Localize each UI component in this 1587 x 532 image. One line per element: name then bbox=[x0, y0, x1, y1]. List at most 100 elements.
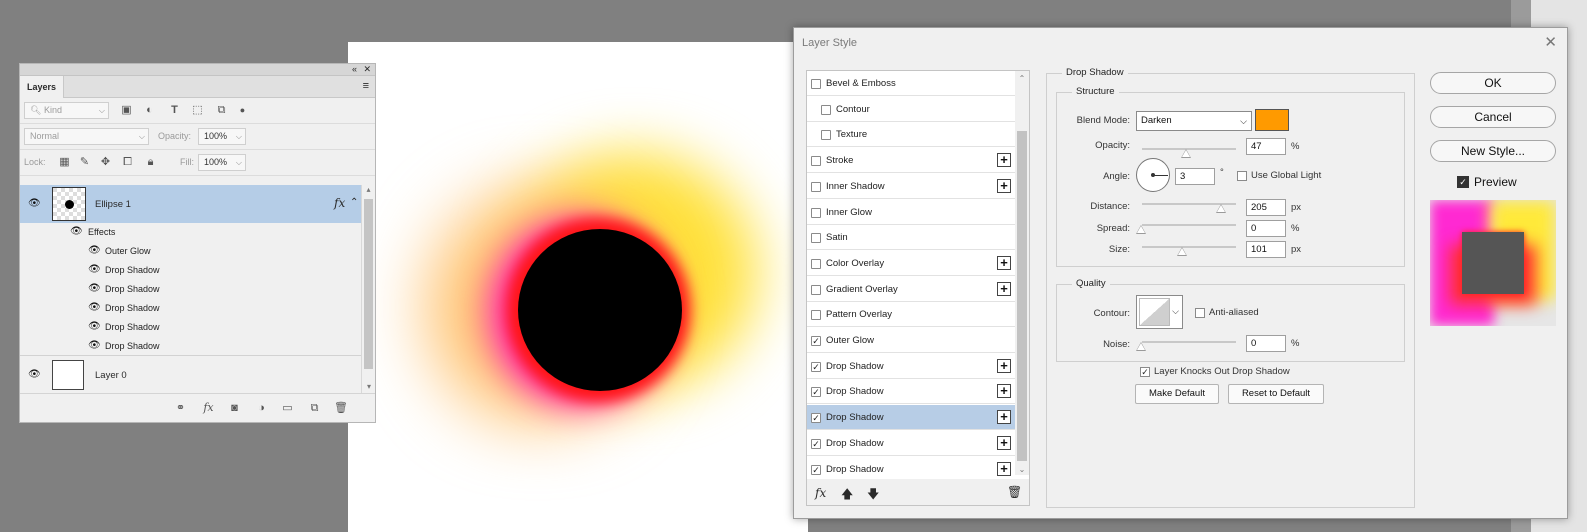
new-group-icon[interactable]: ▭ bbox=[281, 402, 294, 415]
style-checkbox[interactable] bbox=[811, 156, 821, 167]
add-effect-plus-icon[interactable]: + bbox=[997, 153, 1011, 168]
layer-row-ellipse[interactable]: 👁︎ Ellipse 1 fx ⌃ bbox=[20, 185, 361, 223]
global-light-checkbox[interactable] bbox=[1237, 171, 1247, 181]
style-item[interactable]: Inner Shadow + bbox=[807, 174, 1015, 199]
blend-mode-select[interactable]: Normal ⌵ bbox=[24, 128, 149, 145]
scrollbar-thumb[interactable] bbox=[1017, 131, 1027, 461]
filter-toggle-icon[interactable]: ● bbox=[236, 104, 249, 117]
cancel-button[interactable]: Cancel bbox=[1430, 106, 1556, 128]
chevron-up-icon[interactable]: ⌃ bbox=[350, 197, 358, 208]
pixel-filter-icon[interactable]: ▣ bbox=[120, 104, 133, 117]
anti-aliased-checkbox[interactable] bbox=[1195, 308, 1205, 318]
style-checkbox[interactable]: ✓ bbox=[811, 336, 821, 346]
style-item[interactable]: Satin bbox=[807, 225, 1015, 251]
noise-slider[interactable] bbox=[1142, 341, 1236, 343]
link-layers-icon[interactable]: ⚭ bbox=[174, 402, 187, 415]
blend-mode-select[interactable]: Darken ⌵ bbox=[1136, 111, 1252, 131]
style-checkbox[interactable]: ✓ bbox=[811, 361, 821, 372]
style-item[interactable]: ✓ Drop Shadow + bbox=[807, 379, 1015, 405]
move-down-icon[interactable]: 🡇 bbox=[867, 485, 879, 505]
style-checkbox[interactable] bbox=[811, 258, 821, 269]
style-checkbox[interactable]: ✓ bbox=[811, 387, 821, 398]
style-checkbox[interactable]: ✓ bbox=[811, 464, 821, 475]
spread-slider[interactable] bbox=[1142, 224, 1236, 226]
add-effect-plus-icon[interactable]: + bbox=[997, 384, 1011, 399]
style-item[interactable]: ✓ Outer Glow bbox=[807, 328, 1015, 353]
scroll-up-icon[interactable]: ⌃ bbox=[1015, 74, 1029, 83]
effect-eye-icon[interactable]: 👁︎ bbox=[88, 246, 102, 256]
shape-filter-icon[interactable]: ⬚ bbox=[191, 104, 204, 117]
add-effect-plus-icon[interactable]: + bbox=[997, 178, 1011, 193]
fx-icon[interactable]: fx bbox=[334, 196, 345, 210]
adjustment-layer-icon[interactable]: ◑ bbox=[255, 402, 268, 415]
distance-field[interactable]: 205 bbox=[1246, 199, 1286, 216]
adjustment-filter-icon[interactable]: ◐ bbox=[143, 104, 156, 117]
close-icon[interactable]: ✕ bbox=[363, 64, 371, 75]
effect-eye-icon[interactable]: 👁︎ bbox=[88, 322, 102, 332]
effect-eye-icon[interactable]: 👁︎ bbox=[88, 265, 102, 275]
contour-picker[interactable]: ⌵ bbox=[1136, 295, 1183, 329]
style-item[interactable]: ✓ Drop Shadow + bbox=[807, 457, 1015, 482]
delete-layer-icon[interactable]: 🗑︎ bbox=[334, 402, 348, 415]
move-up-icon[interactable]: 🡅 bbox=[841, 485, 853, 505]
add-effect-plus-icon[interactable]: + bbox=[997, 255, 1011, 270]
opacity-field[interactable]: 47 bbox=[1246, 138, 1286, 155]
distance-slider-knob[interactable] bbox=[1216, 204, 1226, 213]
lock-artboard-icon[interactable]: ⧠ bbox=[121, 156, 134, 169]
effect-eye-icon[interactable]: 👁︎ bbox=[88, 341, 102, 351]
shadow-color-swatch[interactable] bbox=[1255, 109, 1289, 131]
style-item[interactable]: Pattern Overlay bbox=[807, 302, 1015, 328]
tab-layers[interactable]: Layers bbox=[20, 76, 65, 98]
angle-field[interactable]: 3 bbox=[1175, 168, 1215, 185]
layer-row-layer0[interactable]: 👁︎ Layer 0 bbox=[20, 355, 361, 393]
scrollbar-thumb[interactable] bbox=[364, 199, 373, 369]
filter-kind-select[interactable]: 🔍︎ Kind ⌵ bbox=[24, 102, 109, 119]
styles-scrollbar[interactable]: ⌃ ⌄ bbox=[1015, 71, 1029, 475]
scroll-down-icon[interactable]: ▾ bbox=[362, 382, 376, 391]
close-icon[interactable]: ✕ bbox=[1544, 33, 1557, 51]
style-checkbox[interactable] bbox=[811, 181, 821, 192]
size-slider-knob[interactable] bbox=[1177, 247, 1187, 256]
effect-row[interactable]: 👁︎ Drop Shadow bbox=[20, 318, 361, 337]
panel-menu-icon[interactable]: ≡ bbox=[363, 81, 369, 92]
lock-transparency-icon[interactable]: ▦ bbox=[58, 156, 71, 169]
style-checkbox[interactable]: ✓ bbox=[811, 438, 821, 449]
style-item[interactable]: Contour bbox=[807, 97, 1015, 122]
delete-effect-icon[interactable]: 🗑︎ bbox=[1007, 485, 1022, 499]
new-style-button[interactable]: New Style... bbox=[1430, 140, 1556, 162]
black-ellipse[interactable] bbox=[518, 229, 682, 391]
style-item[interactable]: ✓ Drop Shadow + bbox=[807, 405, 1015, 431]
style-checkbox[interactable] bbox=[821, 104, 831, 115]
fill-field[interactable]: 100% ⌵ bbox=[198, 154, 246, 171]
visibility-eye-icon[interactable]: 👁︎ bbox=[28, 370, 42, 380]
layers-scrollbar[interactable]: ▴ ▾ bbox=[361, 185, 375, 393]
add-effect-plus-icon[interactable]: + bbox=[997, 281, 1011, 296]
visibility-eye-icon[interactable]: 👁︎ bbox=[28, 199, 42, 209]
style-item[interactable]: Texture bbox=[807, 122, 1015, 148]
add-effect-plus-icon[interactable]: + bbox=[997, 461, 1011, 476]
style-item[interactable]: Inner Glow bbox=[807, 200, 1015, 225]
style-item[interactable]: Gradient Overlay + bbox=[807, 277, 1015, 302]
add-effect-plus-icon[interactable]: + bbox=[997, 410, 1011, 425]
knockout-checkbox[interactable]: ✓ bbox=[1140, 367, 1150, 377]
effect-eye-icon[interactable]: 👁︎ bbox=[88, 303, 102, 313]
effect-row[interactable]: 👁︎ Drop Shadow bbox=[20, 299, 361, 318]
collapse-icon[interactable]: « bbox=[352, 64, 357, 75]
new-layer-icon[interactable]: ⧉ bbox=[308, 402, 321, 415]
effect-row[interactable]: 👁︎ Drop Shadow bbox=[20, 280, 361, 299]
effect-row[interactable]: 👁︎ Outer Glow bbox=[20, 242, 361, 261]
reset-default-button[interactable]: Reset to Default bbox=[1228, 384, 1324, 404]
opacity-field[interactable]: 100% ⌵ bbox=[198, 128, 246, 145]
spread-slider-knob[interactable] bbox=[1136, 225, 1146, 234]
effect-eye-icon[interactable]: 👁︎ bbox=[88, 284, 102, 294]
lock-all-icon[interactable]: 🔒︎ bbox=[144, 156, 157, 169]
lock-position-icon[interactable]: ✥ bbox=[99, 156, 112, 169]
size-field[interactable]: 101 bbox=[1246, 241, 1286, 258]
style-checkbox[interactable]: ✓ bbox=[811, 413, 821, 424]
effect-row[interactable]: 👁︎ Drop Shadow bbox=[20, 261, 361, 280]
type-filter-icon[interactable]: T bbox=[168, 104, 181, 117]
spread-field[interactable]: 0 bbox=[1246, 220, 1286, 237]
opacity-slider-knob[interactable] bbox=[1181, 149, 1191, 158]
effect-row[interactable]: 👁︎ Drop Shadow bbox=[20, 337, 361, 356]
style-checkbox[interactable] bbox=[811, 284, 821, 295]
